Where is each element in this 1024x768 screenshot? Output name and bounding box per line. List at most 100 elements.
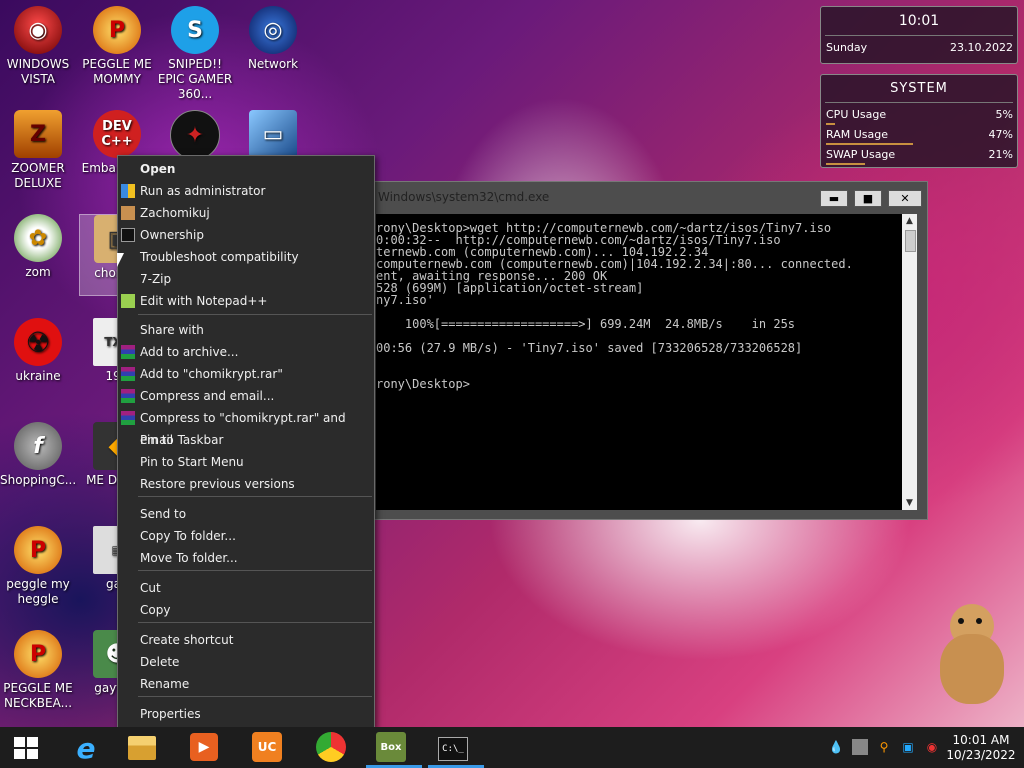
desktop-icon-peggle-my-heggle[interactable]: P peggle my heggle: [0, 526, 76, 607]
menu-item-move-to-folder[interactable]: Move To folder...: [118, 547, 374, 569]
cmd-window-title: Windows\system32\cmd.exe: [378, 190, 550, 204]
system-row-label: CPU Usage: [826, 108, 887, 121]
gadget-date: 23.10.2022: [950, 41, 1013, 54]
menu-item-label: Move To folder...: [140, 551, 238, 565]
menu-item-send-to[interactable]: Send to: [118, 503, 374, 525]
search-tray-icon[interactable]: ⚲: [876, 739, 892, 755]
desktop-icon-screen-app[interactable]: ▭: [235, 110, 311, 161]
menu-item-label: Copy: [140, 603, 171, 617]
record-tray-icon[interactable]: ◉: [924, 739, 940, 755]
vista-icon: ◉: [14, 6, 62, 54]
desktop-icon-network[interactable]: ◎ Network: [235, 6, 311, 72]
menu-item-properties[interactable]: Properties: [118, 703, 374, 725]
menu-item-zachomikuj[interactable]: Zachomikuj: [118, 202, 374, 224]
menu-item-ownership[interactable]: Ownership: [118, 224, 374, 246]
menu-separator: [138, 696, 372, 697]
menu-item-edit-with-notepad[interactable]: Edit with Notepad++: [118, 290, 374, 312]
menu-item-add-to-archive[interactable]: Add to archive...: [118, 341, 374, 363]
system-row-value: 21%: [988, 148, 1013, 161]
desktop-icon-windows-vista[interactable]: ◉ WINDOWS VISTA: [0, 6, 76, 87]
cmd-icon[interactable]: C:\_: [438, 737, 468, 761]
desktop-icon-zoomer-deluxe[interactable]: Z ZOOMER DELUXE: [0, 110, 76, 191]
uc-browser-icon[interactable]: UC: [252, 732, 282, 762]
desktop-icon-peggle-me-mommy[interactable]: P PEGGLE ME MOMMY: [79, 6, 155, 87]
menu-item-copy[interactable]: Copy: [118, 599, 374, 621]
system-row-label: RAM Usage: [826, 128, 888, 141]
hamster-mascot: [940, 604, 1010, 704]
menu-item-label: Share with: [140, 323, 204, 337]
app-icon: ✦: [170, 110, 220, 160]
menu-item-cut[interactable]: Cut: [118, 577, 374, 599]
desktop-icon-sniped[interactable]: S SNIPED!! EPIC GAMER 360...: [157, 6, 233, 102]
menu-item-add-to-chomikrypt-rar[interactable]: Add to "chomikrypt.rar": [118, 363, 374, 385]
internet-explorer-icon[interactable]: e: [68, 731, 104, 765]
menu-item-share-with[interactable]: Share with: [118, 319, 374, 341]
menu-item-create-shortcut[interactable]: Create shortcut: [118, 629, 374, 651]
menu-item-compress-and-email[interactable]: Compress and email...: [118, 385, 374, 407]
minimize-button[interactable]: ▬: [820, 190, 848, 207]
menu-item-compress-to-chomikrypt-rar-and-email[interactable]: Compress to "chomikrypt.rar" and email: [118, 407, 374, 447]
hamster-icon: [121, 206, 135, 220]
console-scrollbar[interactable]: ▲ ▼: [902, 214, 917, 510]
menu-item-label: 7-Zip: [140, 272, 172, 286]
hamster-box-icon[interactable]: Box: [376, 732, 406, 762]
monitor-icon: ▭: [249, 110, 297, 158]
menu-item-label: Ownership: [140, 228, 204, 242]
cmd-window[interactable]: Windows\system32\cmd.exe ▬ ■ ✕ rony\Desk…: [373, 181, 928, 520]
flash-icon: f: [14, 422, 62, 470]
console-output[interactable]: rony\Desktop>wget http://computernewb.co…: [376, 214, 902, 510]
notepad-icon: [121, 294, 135, 308]
menu-item-7-zip[interactable]: 7-Zip: [118, 268, 374, 290]
desktop-icon-ukraine[interactable]: ☢ ukraine: [0, 318, 76, 384]
menu-item-label: Send to: [140, 507, 187, 521]
system-gadget-title: SYSTEM: [890, 81, 948, 96]
menu-item-label: Pin to Taskbar: [140, 433, 224, 447]
start-button[interactable]: [14, 737, 38, 759]
menu-separator: [138, 496, 372, 497]
maximize-button[interactable]: ■: [854, 190, 882, 207]
menu-item-run-as-administrator[interactable]: Run as administrator: [118, 180, 374, 202]
system-row-ram-usage: RAM Usage 47%: [821, 128, 1017, 146]
network-tray-icon[interactable]: [852, 739, 868, 755]
scroll-up-icon[interactable]: ▲: [902, 214, 917, 228]
winrar-icon: [121, 411, 135, 425]
menu-item-label: Cut: [140, 581, 161, 595]
system-row-swap-usage: SWAP Usage 21%: [821, 148, 1017, 166]
media-player-icon[interactable]: ▶: [190, 733, 218, 761]
peggle-icon: P: [14, 526, 62, 574]
menu-item-label: Edit with Notepad++: [140, 294, 268, 308]
menu-item-copy-to-folder[interactable]: Copy To folder...: [118, 525, 374, 547]
desktop-icon-shoppingc[interactable]: f ShoppingC...: [0, 422, 76, 488]
shield-icon: [121, 184, 135, 198]
taskbar-date: 10/23/2022: [946, 748, 1016, 762]
scroll-thumb[interactable]: [905, 230, 916, 252]
close-button[interactable]: ✕: [888, 190, 922, 207]
context-menu: Open Run as administrator Zachomikuj Owners…: [117, 155, 375, 729]
mouse-cursor-icon: [117, 253, 124, 267]
menu-item-label: Create shortcut: [140, 633, 234, 647]
menu-item-label: Pin to Start Menu: [140, 455, 244, 469]
menu-item-pin-to-taskbar[interactable]: Pin to Taskbar: [118, 429, 374, 451]
winrar-icon: [121, 367, 135, 381]
desktop-icon-peggle-me-neckbea[interactable]: P PEGGLE ME NECKBEA...: [0, 630, 76, 711]
windows-logo-icon: [14, 737, 38, 759]
file-explorer-icon[interactable]: [128, 736, 156, 760]
menu-item-restore-previous-versions[interactable]: Restore previous versions: [118, 473, 374, 495]
scroll-down-icon[interactable]: ▼: [902, 496, 917, 510]
desktop-icon-zom[interactable]: ✿ zom: [0, 214, 76, 280]
droplet-icon[interactable]: 💧: [828, 739, 844, 755]
menu-item-troubleshoot-compatibility[interactable]: Troubleshoot compatibility: [118, 246, 374, 268]
taskbar-clock[interactable]: 10:01 AM 10/23/2022: [946, 733, 1016, 763]
menu-item-open[interactable]: Open: [118, 158, 374, 180]
monitor-tray-icon[interactable]: ▣: [900, 739, 916, 755]
menu-item-pin-to-start-menu[interactable]: Pin to Start Menu: [118, 451, 374, 473]
taskbar: e ▶ UC Box C:\_ 💧 ⚲ ▣ ◉ 10:01 AM 10/23/2022: [0, 727, 1024, 768]
system-row-label: SWAP Usage: [826, 148, 896, 161]
skype-icon: S: [171, 6, 219, 54]
menu-item-delete[interactable]: Delete: [118, 651, 374, 673]
winrar-icon: [121, 389, 135, 403]
gadget-day: Sunday: [826, 41, 868, 54]
zoomer-icon: Z: [14, 110, 62, 158]
chrome-icon[interactable]: [316, 732, 346, 762]
menu-item-rename[interactable]: Rename: [118, 673, 374, 695]
